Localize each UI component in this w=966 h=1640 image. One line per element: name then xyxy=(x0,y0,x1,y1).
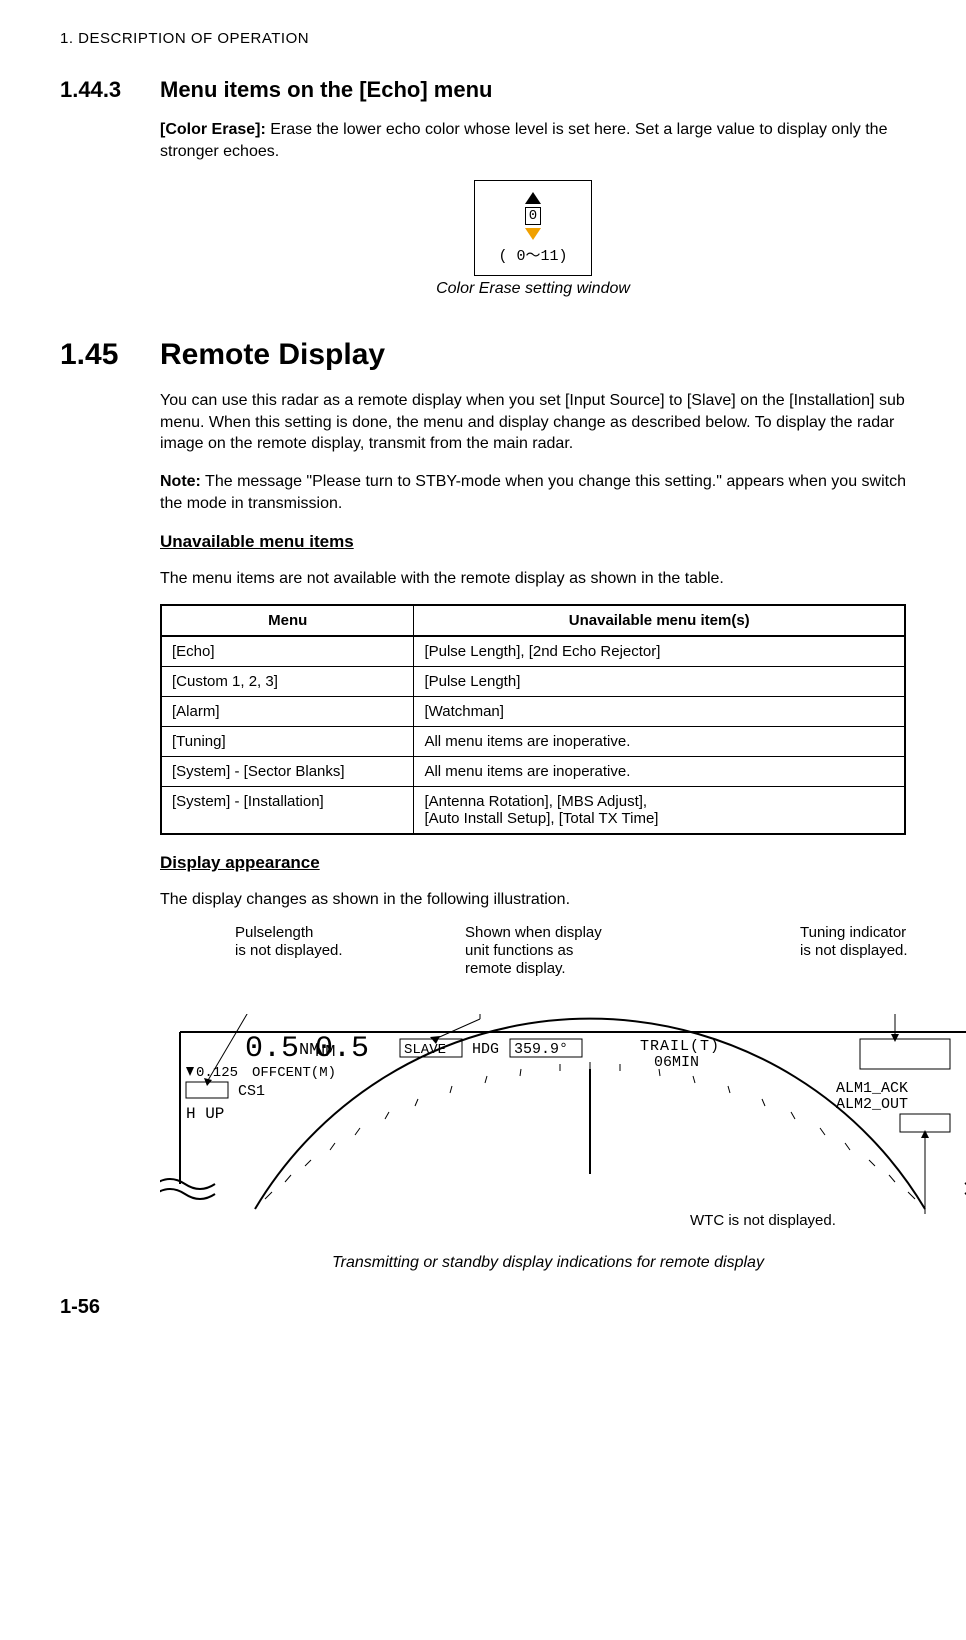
cell-items: All menu items are inoperative. xyxy=(414,726,905,756)
annot-line: remote display. xyxy=(465,960,566,977)
color-erase-label: [Color Erase]: xyxy=(160,121,266,138)
radar-alm2: ALM2_OUT xyxy=(836,1096,908,1113)
cell-menu: [Echo] xyxy=(161,636,414,667)
color-erase-para: [Color Erase]: Erase the lower echo colo… xyxy=(160,119,906,162)
table-row: [Alarm] [Watchman] xyxy=(161,696,905,726)
running-head: 1. DESCRIPTION OF OPERATION xyxy=(60,30,906,47)
page: 1. DESCRIPTION OF OPERATION 1.44.3 Menu … xyxy=(0,0,966,1349)
heading-145: 1.45 Remote Display xyxy=(60,338,906,372)
page-number: 1-56 xyxy=(60,1296,906,1319)
cell-menu: [System] - [Sector Blanks] xyxy=(161,756,414,786)
heading-title: Remote Display xyxy=(160,338,385,372)
table-header-row: Menu Unavailable menu item(s) xyxy=(161,605,905,636)
th-menu: Menu xyxy=(161,605,414,636)
note-label: Note: xyxy=(160,473,201,490)
display-appearance-subhead: Display appearance xyxy=(160,853,906,873)
color-erase-window: 0 ( 0～11) xyxy=(474,180,592,276)
color-erase-range: ( 0～11) xyxy=(498,244,567,265)
radar-hdg-val: 359.9° xyxy=(514,1041,568,1058)
note-text: The message "Please turn to STBY-mode wh… xyxy=(160,473,906,512)
annot-wtc: WTC is not displayed. xyxy=(690,1212,836,1230)
heading-1443: 1.44.3 Menu items on the [Echo] menu xyxy=(60,77,906,103)
heading-title: Menu items on the [Echo] menu xyxy=(160,77,492,103)
radar-range: 0.5NM xyxy=(245,1032,319,1066)
annot-line: Tuning indicator xyxy=(800,924,906,941)
radar-range-val: 0.5 xyxy=(245,1032,299,1066)
color-erase-value: 0 xyxy=(525,207,541,225)
radar-ring: 0.125 xyxy=(196,1065,238,1081)
arrow-up-icon xyxy=(525,192,541,204)
cell-menu: [System] - [Installation] xyxy=(161,786,414,834)
radar-figure: Pulselength is not displayed. Shown when… xyxy=(160,924,966,1264)
annot-tuning: Tuning indicator is not displayed. xyxy=(800,924,908,960)
annot-line: unit functions as xyxy=(465,942,573,959)
section-body: [Color Erase]: Erase the lower echo colo… xyxy=(160,119,906,298)
cell-menu: [Tuning] xyxy=(161,726,414,756)
cell-items: [Pulse Length], [2nd Echo Rejector] xyxy=(414,636,905,667)
color-erase-figure: 0 ( 0～11) xyxy=(160,180,906,276)
unavailable-subhead: Unavailable menu items xyxy=(160,532,906,552)
unavailable-intro: The menu items are not available with th… xyxy=(160,568,906,590)
radar-alm1: ALM1_ACK xyxy=(836,1080,908,1097)
table-row: [System] - [Installation] [Antenna Rotat… xyxy=(161,786,905,834)
annot-line: is not displayed. xyxy=(800,942,908,959)
radar-trail-time: 06MIN xyxy=(654,1054,699,1071)
annot-line: Pulselength xyxy=(235,924,313,941)
radar-hdg-label: HDG xyxy=(472,1041,499,1058)
annot-line: is not displayed. xyxy=(235,942,343,959)
annot-remote: Shown when display unit functions as rem… xyxy=(465,924,602,978)
table-row: [System] - [Sector Blanks] All menu item… xyxy=(161,756,905,786)
radar-svg-icon: 0.5 NM 0.5NM 0.125 OFFCENT(M) CS1 H UP S… xyxy=(160,1014,966,1244)
remote-display-note: Note: The message "Please turn to STBY-m… xyxy=(160,471,906,514)
table-row: [Echo] [Pulse Length], [2nd Echo Rejecto… xyxy=(161,636,905,667)
cell-items: [Watchman] xyxy=(414,696,905,726)
cell-items: [Antenna Rotation], [MBS Adjust], [Auto … xyxy=(414,786,905,834)
annot-pulselength: Pulselength is not displayed. xyxy=(235,924,343,960)
figure-caption: Color Erase setting window xyxy=(160,280,906,298)
radar-trail: TRAIL(T) xyxy=(640,1038,720,1055)
cell-items: [Pulse Length] xyxy=(414,666,905,696)
table-row: [Tuning] All menu items are inoperative. xyxy=(161,726,905,756)
cell-menu: [Custom 1, 2, 3] xyxy=(161,666,414,696)
annot-line: Shown when display xyxy=(465,924,602,941)
radar-hup: H UP xyxy=(186,1105,224,1123)
radar-slave: SLAVE xyxy=(404,1042,446,1058)
cell-menu: [Alarm] xyxy=(161,696,414,726)
display-appearance-intro: The display changes as shown in the foll… xyxy=(160,889,906,911)
arrow-down-icon xyxy=(525,228,541,240)
table-row: [Custom 1, 2, 3] [Pulse Length] xyxy=(161,666,905,696)
heading-number: 1.44.3 xyxy=(60,77,160,103)
unavailable-table: Menu Unavailable menu item(s) [Echo] [Pu… xyxy=(160,604,906,835)
heading-number: 1.45 xyxy=(60,338,160,372)
th-items: Unavailable menu item(s) xyxy=(414,605,905,636)
remote-display-intro: You can use this radar as a remote displ… xyxy=(160,390,906,455)
cell-items: All menu items are inoperative. xyxy=(414,756,905,786)
color-erase-text: Erase the lower echo color whose level i… xyxy=(160,121,887,160)
section-body: You can use this radar as a remote displ… xyxy=(160,390,906,1272)
radar-cs1: CS1 xyxy=(238,1083,265,1100)
radar-range-unit: NM xyxy=(299,1041,319,1060)
radar-offcent: OFFCENT(M) xyxy=(252,1065,336,1081)
